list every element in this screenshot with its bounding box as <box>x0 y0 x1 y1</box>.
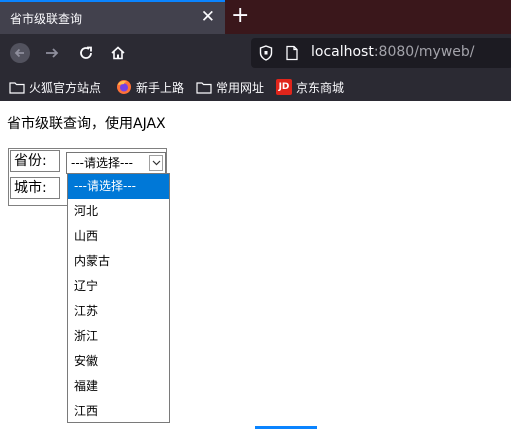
reload-icon <box>80 46 92 59</box>
folder-icon <box>196 81 212 94</box>
bookmark-item[interactable]: 常用网址 <box>196 78 264 96</box>
dropdown-option[interactable]: 安徽 <box>68 349 169 374</box>
forward-button[interactable] <box>38 39 66 67</box>
url-bar[interactable]: localhost:8080/myweb/ <box>251 38 511 68</box>
tab-close-icon[interactable]: ✕ <box>201 7 215 27</box>
url-text[interactable]: localhost:8080/myweb/ <box>311 44 475 60</box>
dropdown-option[interactable]: 内蒙古 <box>68 249 169 274</box>
dropdown-option[interactable]: 辽宁 <box>68 274 169 299</box>
reload-button[interactable] <box>72 39 100 67</box>
province-label: 省份: <box>10 150 60 172</box>
dropdown-option[interactable]: ---请选择--- <box>68 174 169 199</box>
page-content: 省市级联查询，使用AJAX 省份: 城市: ---请选择--- ---请选择--… <box>0 101 511 431</box>
url-host: localhost <box>311 44 374 60</box>
back-arrow-icon <box>10 43 30 63</box>
tab-title: 省市级联查询 <box>10 12 83 26</box>
province-select-value: ---请选择--- <box>71 156 133 170</box>
tab-strip-background <box>225 0 511 34</box>
nav-bar: localhost:8080/myweb/ <box>0 34 511 72</box>
dropdown-option[interactable]: 山西 <box>68 224 169 249</box>
bookmark-label: 火狐官方站点 <box>29 80 102 95</box>
jd-icon: JD <box>276 79 292 95</box>
bookmark-item[interactable]: 新手上路 <box>116 78 184 96</box>
bookmark-label: 新手上路 <box>136 80 185 95</box>
bookmark-label: 京东商城 <box>296 80 345 95</box>
dropdown-option[interactable]: 福建 <box>68 374 169 399</box>
home-icon <box>111 46 125 60</box>
forward-arrow-icon <box>46 48 59 58</box>
dropdown-option[interactable]: 浙江 <box>68 324 169 349</box>
page-icon[interactable] <box>285 45 299 61</box>
loading-indicator <box>255 426 317 429</box>
dropdown-option[interactable]: 江西 <box>68 399 169 424</box>
page-heading: 省市级联查询，使用AJAX <box>7 116 166 132</box>
folder-icon <box>9 81 25 94</box>
bookmark-item[interactable]: JD 京东商城 <box>276 78 344 96</box>
city-label: 城市: <box>10 177 60 199</box>
bookmark-label: 常用网址 <box>216 80 265 95</box>
dropdown-option[interactable]: 河北 <box>68 199 169 224</box>
home-button[interactable] <box>104 39 132 67</box>
new-tab-icon[interactable]: + <box>231 3 249 29</box>
tab-strip: 省市级联查询 ✕ + <box>0 0 511 34</box>
shield-icon[interactable] <box>259 45 273 61</box>
firefox-icon <box>116 79 132 95</box>
chevron-down-icon[interactable] <box>149 155 163 171</box>
province-select[interactable]: ---请选择--- <box>66 152 166 174</box>
dropdown-option[interactable]: 江苏 <box>68 299 169 324</box>
back-button[interactable] <box>6 39 34 67</box>
jd-logo-text: JD <box>276 79 292 95</box>
province-dropdown-list: ---请选择--- 河北 山西 内蒙古 辽宁 江苏 浙江 安徽 福建 江西 <box>67 173 170 423</box>
active-tab[interactable]: 省市级联查询 ✕ <box>0 0 225 34</box>
bookmarks-toolbar: 火狐官方站点 新手上路 常用网址 JD 京东商城 <box>0 72 511 101</box>
url-path: :8080/myweb/ <box>373 44 475 60</box>
bookmark-item[interactable]: 火狐官方站点 <box>9 78 101 96</box>
